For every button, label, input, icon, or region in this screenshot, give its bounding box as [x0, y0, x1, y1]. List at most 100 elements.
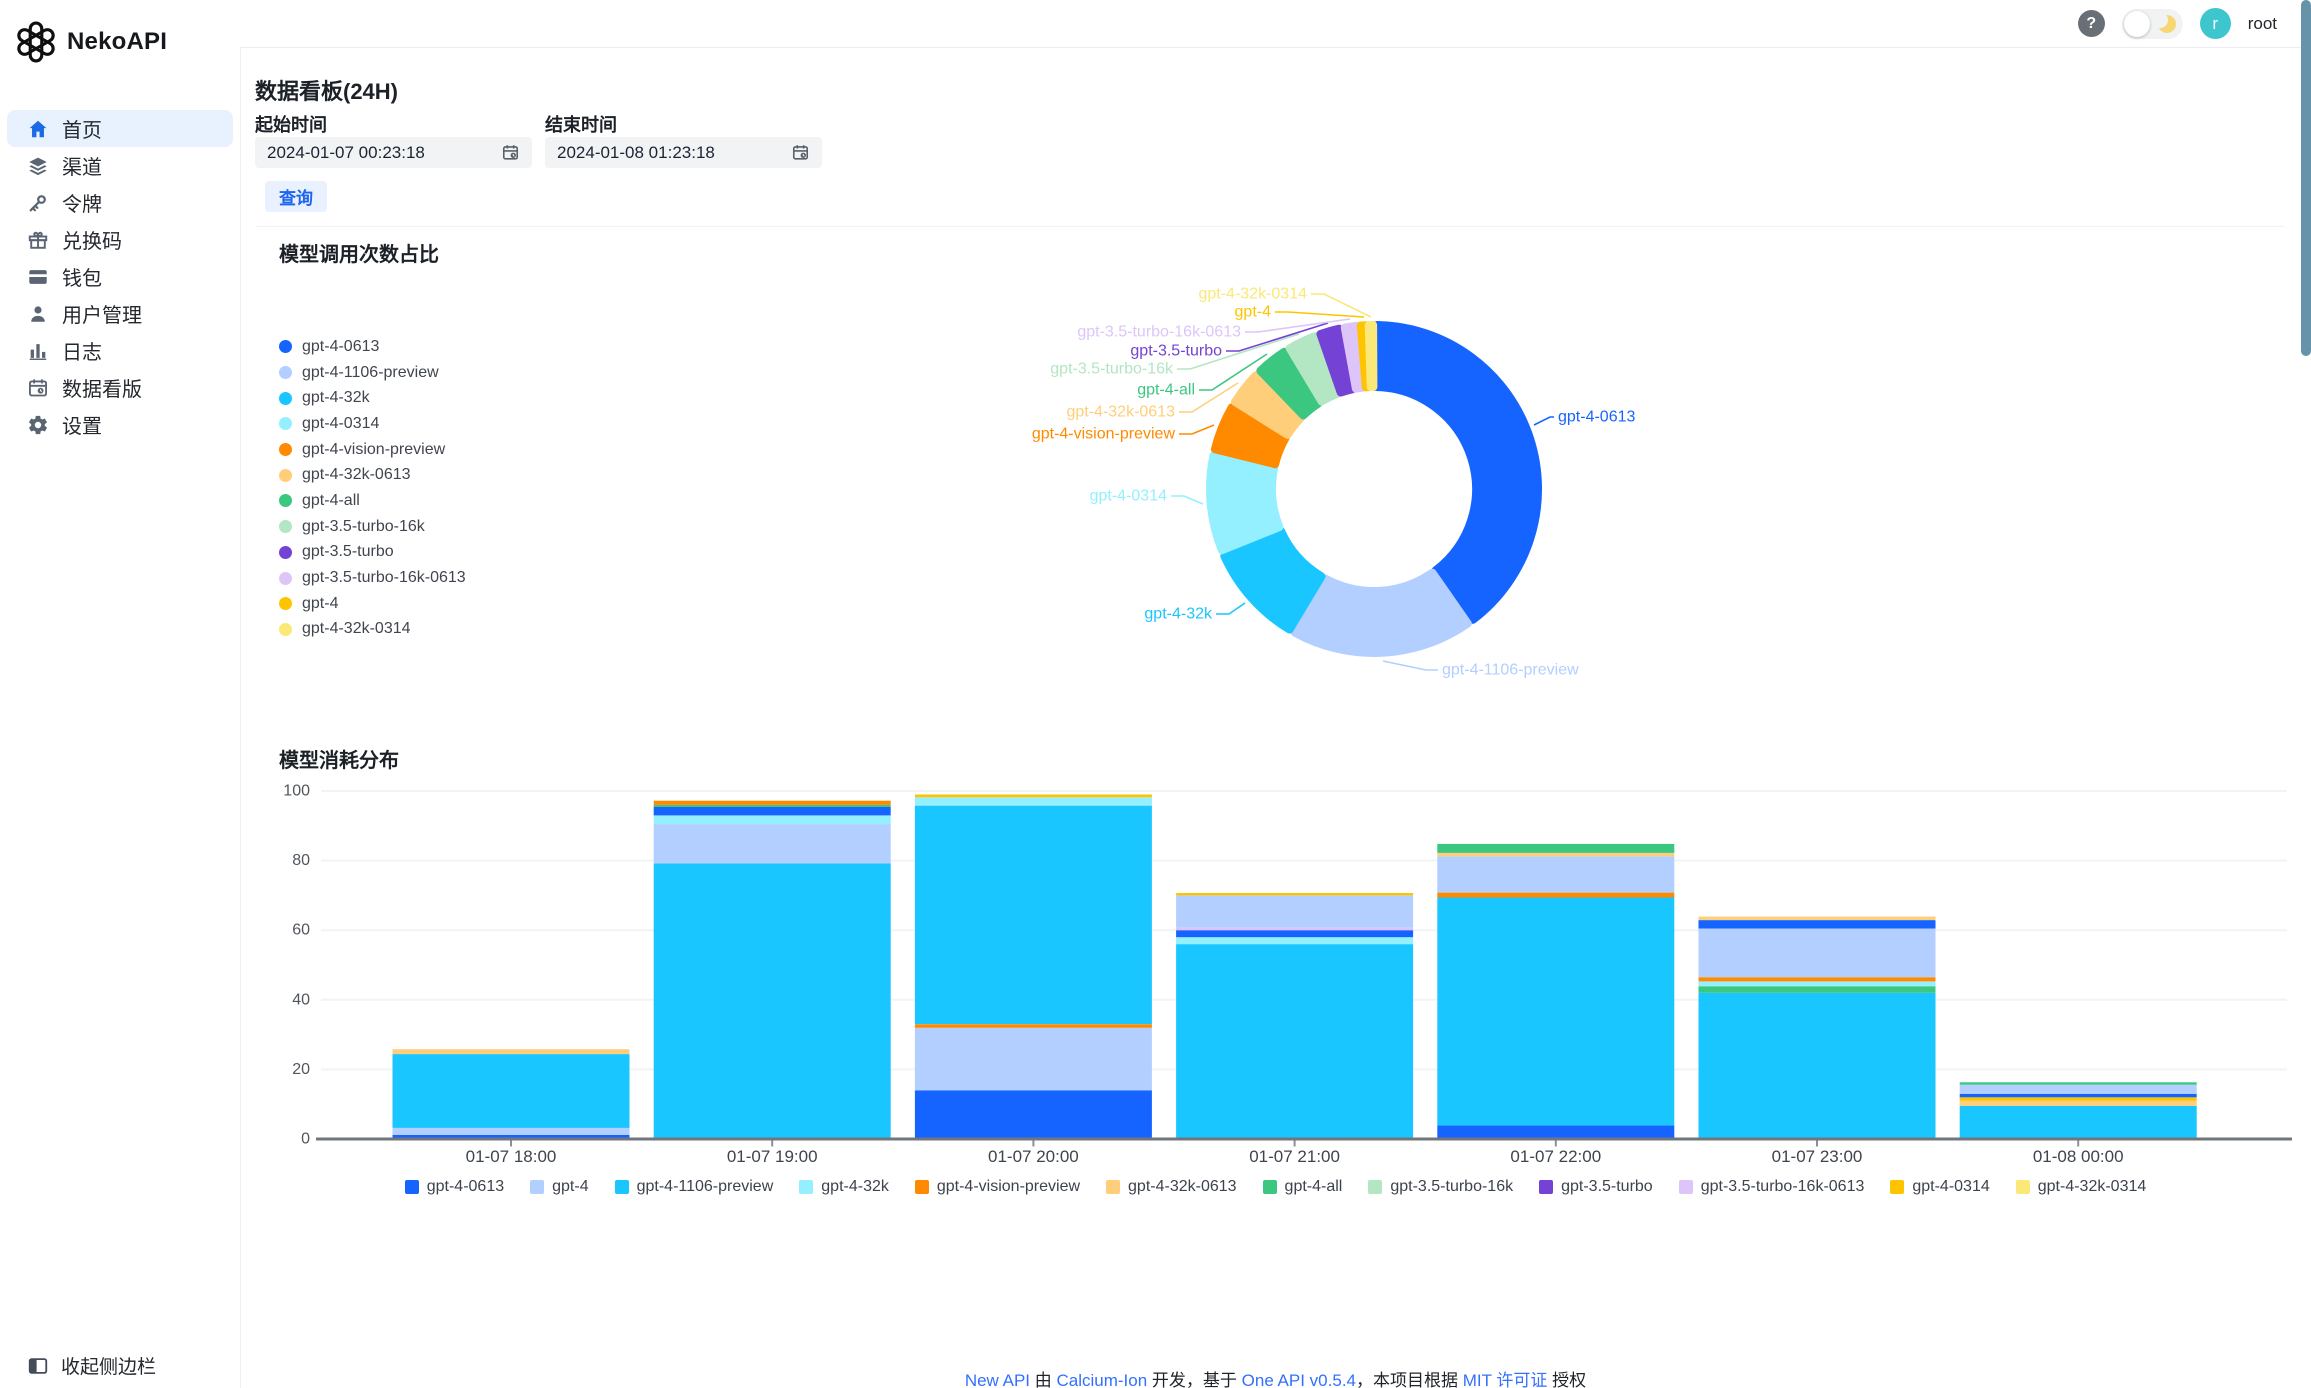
donut-legend-item-gpt-3.5-turbo-16k-0613[interactable]: gpt-3.5-turbo-16k-0613 — [279, 565, 466, 591]
donut-legend-item-gpt-4-vision-preview[interactable]: gpt-4-vision-preview — [279, 437, 466, 463]
bar-segment-gpt-4-all[interactable] — [1959, 1082, 2197, 1085]
calendar-icon[interactable] — [501, 143, 520, 162]
bar-segment-gpt-4-0613[interactable] — [1437, 1125, 1675, 1139]
calendar-icon[interactable] — [791, 143, 810, 162]
bar-segment-gpt-4-all[interactable] — [653, 804, 891, 807]
donut-legend-item-gpt-4-32k-0613[interactable]: gpt-4-32k-0613 — [279, 462, 466, 488]
bar-segment-gpt-4-32k-0613[interactable] — [1437, 852, 1675, 857]
collapse-sidebar-button[interactable]: 收起侧边栏 — [27, 1352, 156, 1379]
donut-label-leader — [1382, 660, 1438, 671]
legend-label: gpt-4 — [302, 594, 339, 612]
bar-legend-item-gpt-4-1106-preview[interactable]: gpt-4-1106-preview — [614, 1178, 773, 1196]
bar-legend-item-gpt-4-32k[interactable]: gpt-4-32k — [799, 1178, 889, 1196]
theme-toggle[interactable] — [2121, 8, 2183, 39]
footer-link[interactable]: MIT 许可证 — [1463, 1371, 1548, 1388]
bar-segment-gpt-4[interactable] — [653, 824, 891, 864]
sidebar-item-dashboard[interactable]: 数据看版 — [7, 369, 233, 406]
bar-segment-gpt-4-32k-0613[interactable] — [392, 1049, 630, 1055]
footer-link[interactable]: One API v0.5.4 — [1242, 1371, 1356, 1388]
openai-logo-icon — [15, 20, 57, 64]
bar-segment-gpt-4-0613[interactable] — [1959, 1093, 2197, 1098]
help-icon[interactable]: ? — [2077, 10, 2105, 37]
bar-segment-gpt-3.5-turbo-16k-0613[interactable] — [1176, 927, 1414, 931]
sidebar-item-tokens[interactable]: 令牌 — [7, 184, 233, 221]
legend-label: gpt-4-vision-preview — [936, 1178, 1081, 1195]
bar-segment-gpt-4-0613[interactable] — [1176, 930, 1414, 938]
bar-segment-gpt-4-0613[interactable] — [1698, 920, 1936, 929]
bar-segment-gpt-4-0314[interactable] — [914, 794, 1152, 798]
bar-segment-gpt-4[interactable] — [914, 1027, 1152, 1091]
bar-segment-gpt-4-32k[interactable] — [653, 815, 891, 825]
bar-segment-gpt-4-all[interactable] — [1698, 986, 1936, 993]
query-button[interactable]: 查询 — [265, 181, 327, 212]
donut-legend-item-gpt-4-32k-0314[interactable]: gpt-4-32k-0314 — [279, 617, 466, 643]
bar-legend-item-gpt-4-0314[interactable]: gpt-4-0314 — [1890, 1178, 1990, 1196]
bar-segment-gpt-4-0314[interactable] — [1176, 893, 1414, 896]
bar-segment-gpt-4-1106-preview[interactable] — [1698, 992, 1936, 1139]
bar-segment-gpt-4-32k[interactable] — [1698, 981, 1936, 987]
bar-segment-gpt-4-32k-0613[interactable] — [1698, 916, 1936, 921]
bar-segment-gpt-4-1106-preview[interactable] — [1176, 944, 1414, 1139]
sidebar-item-redemptions[interactable]: 兑换码 — [7, 221, 233, 258]
donut-legend-item-gpt-4-0314[interactable]: gpt-4-0314 — [279, 411, 466, 437]
bar-legend-item-gpt-3.5-turbo[interactable]: gpt-3.5-turbo — [1539, 1178, 1653, 1196]
dashboard-icon — [27, 377, 49, 399]
bar-legend-item-gpt-4[interactable]: gpt-4 — [530, 1178, 589, 1196]
bar-segment-gpt-4-0314[interactable] — [1959, 1097, 2197, 1101]
bar-segment-gpt-4-vision-preview[interactable] — [1437, 892, 1675, 898]
bar-segment-gpt-4-1106-preview[interactable] — [392, 1054, 630, 1128]
gift-icon — [27, 229, 49, 251]
donut-legend-item-gpt-3.5-turbo-16k[interactable]: gpt-3.5-turbo-16k — [279, 514, 466, 540]
bar-segment-gpt-4-32k[interactable] — [1176, 937, 1414, 945]
bar-segment-gpt-4-1106-preview[interactable] — [1959, 1105, 2197, 1139]
bar-segment-gpt-4-1106-preview[interactable] — [914, 805, 1152, 1025]
scrollbar-thumb[interactable] — [2301, 0, 2311, 356]
bar-segment-gpt-4[interactable] — [1437, 856, 1675, 893]
end-time-input[interactable]: 2024-01-08 01:23:18 — [545, 137, 822, 168]
bar-segment-gpt-4[interactable] — [1176, 895, 1414, 928]
sidebar-item-home[interactable]: 首页 — [7, 110, 233, 147]
bar-segment-gpt-4-vision-preview[interactable] — [1698, 977, 1936, 982]
bar-segment-gpt-4-all[interactable] — [1437, 843, 1675, 853]
donut-slice-gpt-4-32k-0314[interactable] — [1364, 321, 1378, 392]
donut-slice-gpt-4-0613[interactable] — [1372, 321, 1542, 624]
donut-legend-item-gpt-4-1106-preview[interactable]: gpt-4-1106-preview — [279, 360, 466, 386]
bar-segment-gpt-4-1106-preview[interactable] — [653, 863, 891, 1139]
sidebar-item-logs[interactable]: 日志 — [7, 332, 233, 369]
sidebar-item-wallet[interactable]: 钱包 — [7, 258, 233, 295]
footer-link[interactable]: Calcium-Ion — [1056, 1371, 1147, 1388]
donut-legend-item-gpt-3.5-turbo[interactable]: gpt-3.5-turbo — [279, 540, 466, 566]
bar-segment-gpt-4[interactable] — [1959, 1084, 2197, 1094]
bar-segment-gpt-4-vision-preview[interactable] — [653, 800, 891, 805]
sidebar-item-users[interactable]: 用户管理 — [7, 295, 233, 332]
bar-legend-item-gpt-4-32k-0613[interactable]: gpt-4-32k-0613 — [1106, 1178, 1237, 1196]
avatar[interactable]: r — [2199, 8, 2231, 39]
bar-legend-item-gpt-3.5-turbo-16k[interactable]: gpt-3.5-turbo-16k — [1368, 1178, 1513, 1196]
start-time-input[interactable]: 2024-01-07 00:23:18 — [255, 137, 532, 168]
bar-legend-item-gpt-4-32k-0314[interactable]: gpt-4-32k-0314 — [2015, 1178, 2146, 1196]
bar-segment-gpt-4-1106-preview[interactable] — [1437, 897, 1675, 1126]
bar-legend-item-gpt-4-vision-preview[interactable]: gpt-4-vision-preview — [914, 1178, 1081, 1196]
donut-label-leader — [1171, 495, 1204, 505]
bar-segment-gpt-4-32k[interactable] — [914, 797, 1152, 806]
donut-legend-item-gpt-4-all[interactable]: gpt-4-all — [279, 488, 466, 514]
donut-legend-item-gpt-4-0613[interactable]: gpt-4-0613 — [279, 334, 466, 360]
sidebar-item-channels[interactable]: 渠道 — [7, 147, 233, 184]
bar-legend-item-gpt-4-0613[interactable]: gpt-4-0613 — [404, 1178, 504, 1196]
bar-segment-gpt-4-0613[interactable] — [653, 807, 891, 816]
bar-chart: 0 20 40 60 80 100 01-07 18:00 01-07 19:00 01-07 … — [283, 783, 2292, 1166]
bar-legend-item-gpt-3.5-turbo-16k-0613[interactable]: gpt-3.5-turbo-16k-0613 — [1678, 1178, 1865, 1196]
donut-legend-item-gpt-4[interactable]: gpt-4 — [279, 591, 466, 617]
footer-link[interactable]: New API — [965, 1371, 1030, 1388]
sidebar-item-settings[interactable]: 设置 — [7, 406, 233, 443]
legend-dot-icon — [279, 545, 292, 559]
bar-segment-gpt-4[interactable] — [392, 1127, 630, 1135]
bar-segment-gpt-4-vision-preview[interactable] — [914, 1024, 1152, 1028]
donut-legend-item-gpt-4-32k[interactable]: gpt-4-32k — [279, 385, 466, 411]
bar-segment-gpt-4[interactable] — [1698, 928, 1936, 978]
bar-segment-gpt-4-0613[interactable] — [914, 1090, 1152, 1139]
bar-legend-item-gpt-4-all[interactable]: gpt-4-all — [1262, 1178, 1342, 1196]
legend-label: gpt-3.5-turbo-16k-0613 — [1700, 1178, 1865, 1195]
bar-segment-gpt-4-32k-0613[interactable] — [1959, 1100, 2197, 1106]
logo[interactable]: NekoAPI — [15, 20, 167, 64]
